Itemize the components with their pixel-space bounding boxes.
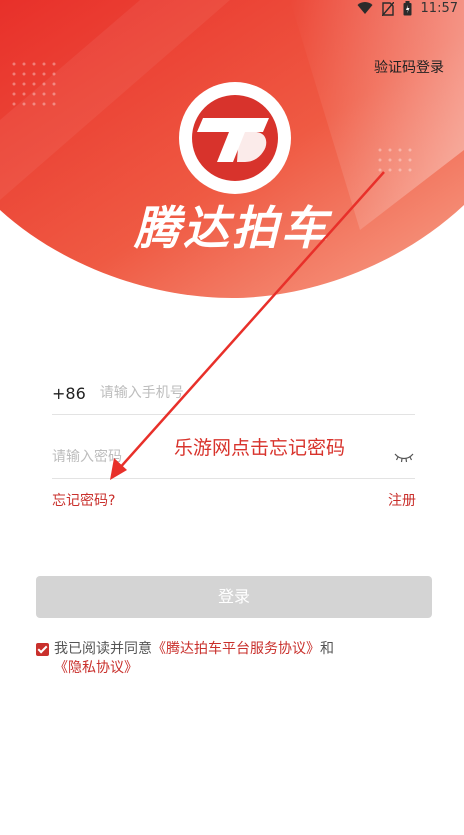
status-time: 11:57 [420, 1, 458, 16]
register-link[interactable]: 注册 [388, 490, 416, 510]
agreement-checkbox[interactable] [36, 643, 49, 656]
login-button[interactable]: 登录 [36, 576, 432, 618]
country-code[interactable]: +86 [52, 384, 86, 403]
service-agreement-link[interactable]: 《腾达拍车平台服务协议》 [152, 641, 320, 657]
agreement-and: 和 [320, 641, 334, 657]
no-sim-icon [381, 1, 394, 16]
wifi-icon [357, 2, 373, 15]
phone-input[interactable] [99, 385, 415, 401]
battery-icon [403, 1, 412, 16]
agreement-prefix: 我已阅读并同意 [54, 641, 152, 657]
annotation-text: 乐游网点击忘记密码 [174, 437, 346, 459]
brand-logo [179, 82, 291, 194]
status-icons: 11:57 [357, 1, 458, 16]
agreement: 我已阅读并同意《腾达拍车平台服务协议》和《隐私协议》 [36, 640, 416, 678]
eye-closed-icon[interactable] [393, 450, 415, 464]
status-bar: 11:57 [0, 0, 464, 22]
brand-name: 腾达拍车 [134, 201, 330, 255]
phone-row: +86 [52, 372, 415, 415]
sms-login-link[interactable]: 验证码登录 [374, 57, 444, 77]
agreement-text: 我已阅读并同意《腾达拍车平台服务协议》和《隐私协议》 [36, 640, 416, 678]
forgot-password-link[interactable]: 忘记密码? [52, 490, 115, 510]
privacy-agreement-link[interactable]: 《隐私协议》 [54, 660, 138, 676]
